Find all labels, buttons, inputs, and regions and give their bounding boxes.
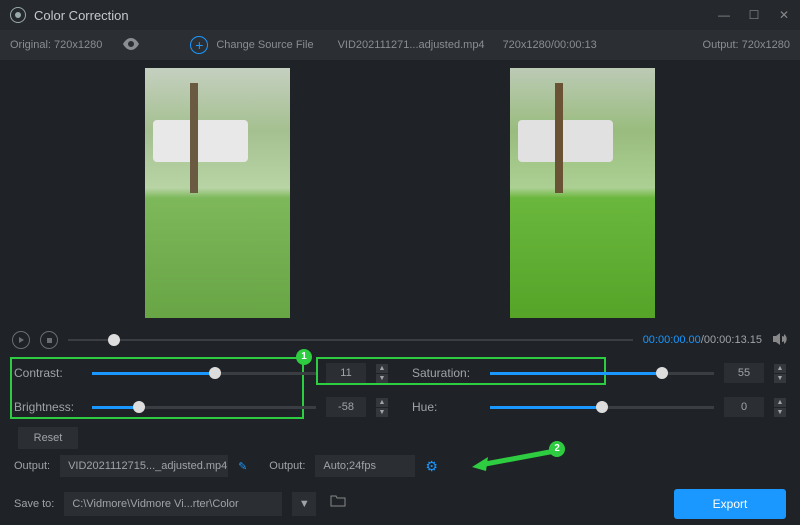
saturation-up[interactable]: ▲ bbox=[774, 364, 786, 373]
brightness-up[interactable]: ▲ bbox=[376, 398, 388, 407]
save-to-label: Save to: bbox=[14, 498, 54, 510]
titlebar: Color Correction — ☐ ✕ bbox=[0, 0, 800, 30]
playback-bar: 00:00:00.00/00:00:13.15 bbox=[0, 325, 800, 355]
edit-filename-icon[interactable]: ✎ bbox=[238, 460, 247, 473]
saturation-knob[interactable] bbox=[656, 367, 668, 379]
app-logo-icon bbox=[10, 7, 26, 23]
change-source-link[interactable]: Change Source File bbox=[216, 39, 313, 51]
brightness-knob[interactable] bbox=[133, 401, 145, 413]
seek-knob[interactable] bbox=[108, 334, 120, 346]
open-folder-icon[interactable] bbox=[326, 492, 350, 516]
brightness-row: Brightness: -58 ▲▼ bbox=[14, 397, 388, 417]
saturation-down[interactable]: ▼ bbox=[774, 374, 786, 383]
contrast-label: Contrast: bbox=[14, 366, 82, 380]
hue-label: Hue: bbox=[412, 400, 480, 414]
reset-button[interactable]: Reset bbox=[18, 427, 78, 449]
export-button[interactable]: Export bbox=[674, 489, 786, 519]
current-time: 00:00:00.00 bbox=[643, 334, 701, 346]
preview-area bbox=[0, 60, 800, 325]
sliders-panel: 1 Contrast: 11 ▲▼ Brightness: -58 ▲▼ Sat… bbox=[0, 355, 800, 423]
saturation-label: Saturation: bbox=[412, 366, 480, 380]
saturation-value[interactable]: 55 bbox=[724, 363, 764, 383]
settings-gear-icon[interactable]: ⚙ bbox=[425, 458, 438, 475]
output-label-2: Output: bbox=[269, 460, 305, 472]
original-resolution-label: Original: 720x1280 bbox=[10, 39, 102, 51]
annotation-badge-2: 2 bbox=[549, 441, 565, 457]
preview-eye-icon[interactable] bbox=[122, 38, 140, 53]
output-format-field[interactable]: Auto;24fps bbox=[315, 455, 415, 477]
hue-row: Hue: 0 ▲▼ bbox=[412, 397, 786, 417]
brightness-label: Brightness: bbox=[14, 400, 82, 414]
output-resolution-label: Output: 720x1280 bbox=[703, 39, 790, 51]
output-label-1: Output: bbox=[14, 460, 50, 472]
hue-slider[interactable] bbox=[490, 406, 714, 409]
close-button[interactable]: ✕ bbox=[778, 8, 790, 22]
contrast-knob[interactable] bbox=[209, 367, 221, 379]
saturation-row: Saturation: 55 ▲▼ bbox=[412, 363, 786, 383]
annotation-arrow bbox=[470, 447, 560, 471]
header-bar: Original: 720x1280 + Change Source File … bbox=[0, 30, 800, 60]
source-info: 720x1280/00:00:13 bbox=[503, 39, 597, 51]
seek-track[interactable] bbox=[68, 339, 633, 341]
source-filename: VID202111271...adjusted.mp4 bbox=[338, 39, 485, 51]
contrast-down[interactable]: ▼ bbox=[376, 374, 388, 383]
contrast-up[interactable]: ▲ bbox=[376, 364, 388, 373]
volume-icon[interactable] bbox=[772, 332, 788, 349]
save-path-field[interactable]: C:\Vidmore\Vidmore Vi...rter\Color Corre… bbox=[64, 492, 282, 516]
adjusted-preview bbox=[510, 68, 655, 318]
save-dropdown-button[interactable]: ▼ bbox=[292, 492, 316, 516]
window-title: Color Correction bbox=[34, 8, 129, 23]
maximize-button[interactable]: ☐ bbox=[748, 8, 760, 22]
output-row: Output: VID2021112715..._adjusted.mp4 ✎ … bbox=[0, 449, 800, 483]
contrast-row: Contrast: 11 ▲▼ bbox=[14, 363, 388, 383]
original-preview bbox=[145, 68, 290, 318]
total-time: 00:00:13.15 bbox=[704, 334, 762, 346]
saturation-slider[interactable] bbox=[490, 372, 714, 375]
hue-down[interactable]: ▼ bbox=[774, 408, 786, 417]
add-source-button[interactable]: + bbox=[190, 36, 208, 54]
brightness-value[interactable]: -58 bbox=[326, 397, 366, 417]
time-display: 00:00:00.00/00:00:13.15 bbox=[643, 334, 762, 346]
stop-button[interactable] bbox=[40, 331, 58, 349]
brightness-down[interactable]: ▼ bbox=[376, 408, 388, 417]
annotation-badge-1: 1 bbox=[296, 349, 312, 365]
contrast-value[interactable]: 11 bbox=[326, 363, 366, 383]
hue-value[interactable]: 0 bbox=[724, 397, 764, 417]
contrast-slider[interactable] bbox=[92, 372, 316, 375]
brightness-slider[interactable] bbox=[92, 406, 316, 409]
play-button[interactable] bbox=[12, 331, 30, 349]
output-filename-field[interactable]: VID2021112715..._adjusted.mp4 bbox=[60, 455, 228, 477]
minimize-button[interactable]: — bbox=[718, 8, 730, 22]
hue-up[interactable]: ▲ bbox=[774, 398, 786, 407]
hue-knob[interactable] bbox=[596, 401, 608, 413]
